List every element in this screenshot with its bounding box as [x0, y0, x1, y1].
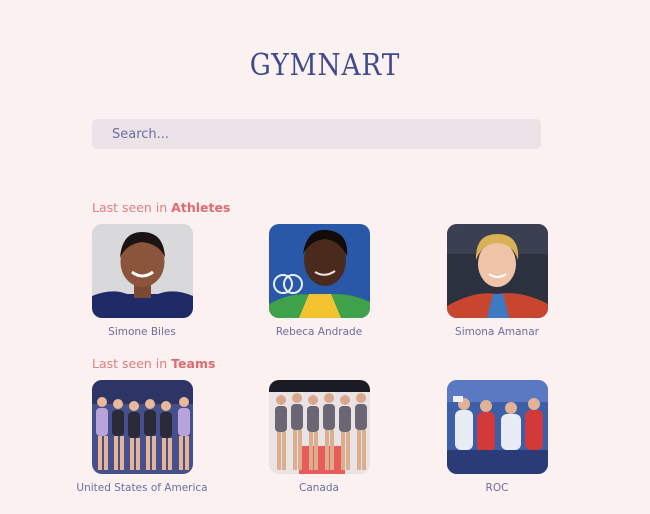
- section-prefix: Last seen in: [92, 200, 172, 215]
- team-photo[interactable]: [268, 380, 370, 474]
- team-photo[interactable]: [446, 380, 548, 474]
- section-title-athletes: Last seen in Athletes: [92, 200, 230, 215]
- athlete-photo[interactable]: [268, 224, 370, 318]
- section-prefix: Last seen in: [92, 356, 172, 371]
- team-name[interactable]: Canada: [249, 482, 389, 494]
- athlete-name[interactable]: Rebeca Andrade: [249, 326, 389, 338]
- section-name: Teams: [171, 356, 216, 371]
- team-photo[interactable]: [91, 380, 193, 474]
- team-card-usa[interactable]: United States of America: [72, 380, 212, 494]
- athlete-name[interactable]: Simone Biles: [72, 326, 212, 338]
- team-card-roc[interactable]: ROC: [427, 380, 567, 494]
- team-card-canada[interactable]: Canada: [249, 380, 389, 494]
- search-input[interactable]: [110, 125, 523, 143]
- athlete-card-simone-biles[interactable]: Simone Biles: [72, 224, 212, 338]
- section-title-teams: Last seen in Teams: [92, 356, 215, 371]
- athlete-photo[interactable]: [446, 224, 548, 318]
- athlete-photo[interactable]: [91, 224, 193, 318]
- athlete-card-rebeca-andrade[interactable]: Rebeca Andrade: [249, 224, 389, 338]
- athlete-name[interactable]: Simona Amanar: [427, 326, 567, 338]
- section-name: Athletes: [171, 200, 231, 215]
- team-name[interactable]: United States of America: [72, 482, 212, 494]
- search-bar[interactable]: [92, 119, 541, 149]
- team-name[interactable]: ROC: [427, 482, 567, 494]
- app-logo[interactable]: GYMNART: [39, 48, 611, 83]
- athlete-card-simona-amanar[interactable]: Simona Amanar: [427, 224, 567, 338]
